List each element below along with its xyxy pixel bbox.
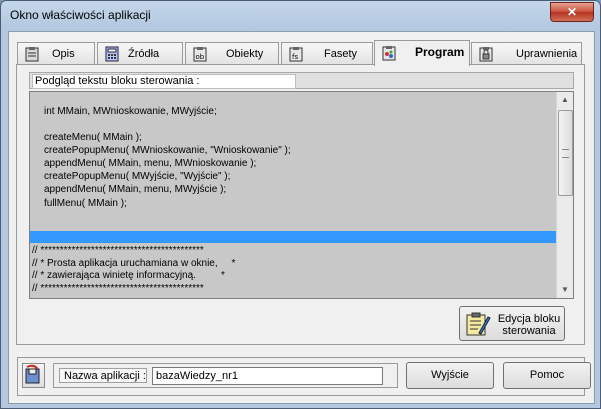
code-line: createMenu( MMain ); xyxy=(44,132,142,143)
vertical-scrollbar[interactable]: ▲ ▼ xyxy=(556,92,573,298)
tab-strip: Opis Źródła ob Obiekty fs Fasety Program… xyxy=(17,40,582,66)
scrollbar-thumb[interactable] xyxy=(558,110,573,196)
tab-zrodla[interactable]: Źródła xyxy=(97,42,183,64)
tab-uprawnienia[interactable]: Uprawnienia xyxy=(471,42,582,64)
tab-obiekty[interactable]: ob Obiekty xyxy=(185,42,279,64)
dialog-client-area: Opis Źródła ob Obiekty fs Fasety Program… xyxy=(8,31,595,404)
close-button[interactable]: ✕ xyxy=(550,2,594,22)
comment-line: // *************************************… xyxy=(32,283,204,294)
bottom-bar: Nazwa aplikacji : Wyjście Pomoc xyxy=(17,357,591,396)
save-button[interactable] xyxy=(22,363,45,388)
svg-text:fs: fs xyxy=(292,53,298,61)
objects-icon: ob xyxy=(193,47,207,62)
save-icon xyxy=(25,364,40,384)
tab-program[interactable]: Program xyxy=(374,40,470,66)
code-line: fullMenu( MMain ); xyxy=(44,198,127,209)
code-line: appendMenu( MMain, menu, MWyjście ); xyxy=(44,184,227,195)
tab-fasety[interactable]: fs Fasety xyxy=(281,42,373,64)
edit-control-block-button[interactable]: Edycja bloku sterowania xyxy=(459,306,565,341)
tab-label-fasety: Fasety xyxy=(324,48,358,60)
clipboard-icon xyxy=(25,47,39,62)
grip-icon xyxy=(562,149,569,158)
app-name-field[interactable] xyxy=(152,367,383,385)
preview-header-bar: Podgląd tekstu bloku sterowania : xyxy=(29,72,574,89)
permissions-icon xyxy=(479,47,493,62)
code-area[interactable]: int MMain, MWnioskowanie, MWyjście; crea… xyxy=(30,92,557,298)
app-name-label: Nazwa aplikacji : xyxy=(59,368,147,383)
calculator-icon xyxy=(105,46,119,62)
exit-button[interactable]: Wyjście xyxy=(406,362,494,389)
tab-label-uprawnienia: Uprawnienia xyxy=(516,48,578,60)
code-line: appendMenu( MMain, menu, MWnioskowanie )… xyxy=(44,158,257,169)
scroll-down-arrow-icon[interactable]: ▼ xyxy=(557,282,573,298)
svg-text:ob: ob xyxy=(196,53,205,61)
help-button[interactable]: Pomoc xyxy=(503,362,591,389)
edit-block-icon xyxy=(466,312,491,336)
window-title: Okno właściwości aplikacji xyxy=(10,8,151,22)
facets-icon: fs xyxy=(289,47,303,62)
control-block-preview[interactable]: int MMain, MWnioskowanie, MWyjście; crea… xyxy=(29,91,574,299)
comment-line: // * zawierająca winietę informacyjną. * xyxy=(32,270,225,281)
app-properties-window: Okno właściwości aplikacji ✕ Opis Źródła… xyxy=(0,0,601,409)
program-tab-panel: Podgląd tekstu bloku sterowania : int MM… xyxy=(16,64,585,345)
scroll-up-arrow-icon[interactable]: ▲ xyxy=(557,92,573,108)
tab-label-program: Program xyxy=(415,45,465,59)
tab-label-zrodla: Źródła xyxy=(128,48,160,60)
tab-label-obiekty: Obiekty xyxy=(226,48,264,60)
preview-header-label: Podgląd tekstu bloku sterowania : xyxy=(32,74,296,89)
code-line: createPopupMenu( MWyjście, "Wyjście" ); xyxy=(44,171,231,182)
app-name-group: Nazwa aplikacji : xyxy=(53,363,398,388)
code-line: int MMain, MWnioskowanie, MWyjście; xyxy=(44,106,217,117)
comment-line: // * Prosta aplikacja uruchamiana w okni… xyxy=(32,258,236,269)
code-line: createPopupMenu( MWnioskowanie, "Wniosko… xyxy=(44,145,291,156)
tab-opis[interactable]: Opis xyxy=(17,42,95,64)
selected-line-highlight xyxy=(30,231,557,243)
title-bar[interactable]: Okno właściwości aplikacji ✕ xyxy=(1,1,600,29)
tab-label-opis: Opis xyxy=(52,48,75,60)
program-icon xyxy=(382,46,396,61)
comment-line: // *************************************… xyxy=(32,245,204,256)
edit-control-block-label: Edycja bloku sterowania xyxy=(497,313,561,337)
